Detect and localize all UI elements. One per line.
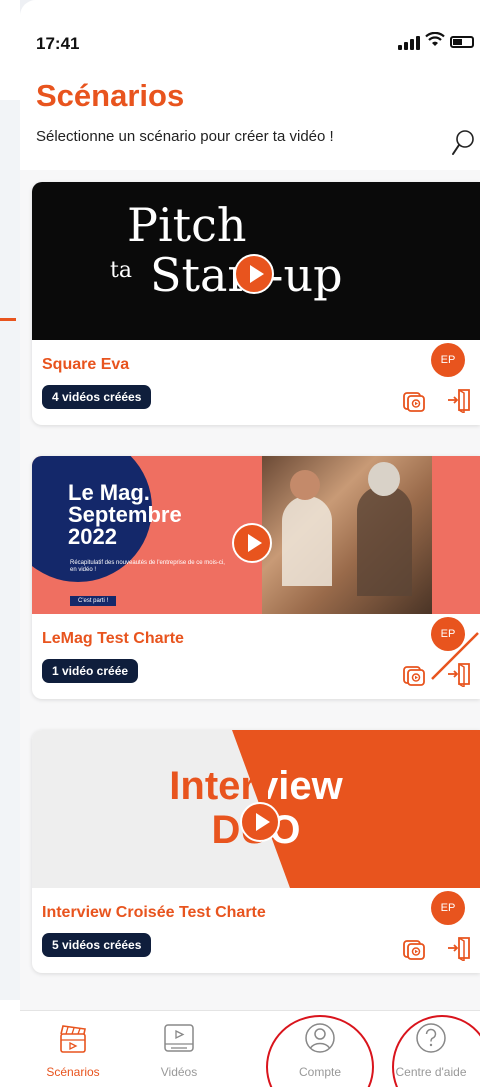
phone-screen: 17:41 Scénarios Sélectionne un scénario … <box>20 0 480 1087</box>
videos-stack-icon[interactable] <box>402 663 426 687</box>
thumbnail-title-line1: Pitch <box>127 198 247 252</box>
tab-label: Vidéos <box>160 1065 198 1079</box>
scenario-card-square-eva[interactable]: Pitch ta Start-up Square Eva 4 vidéos cr… <box>32 182 480 425</box>
signal-icon <box>398 36 420 50</box>
battery-icon <box>450 36 474 48</box>
avatar: EP <box>431 891 465 925</box>
avatar: EP <box>431 343 465 377</box>
scenario-card-lemag[interactable]: Le Mag. Septembre 2022 Récapitulatif des… <box>32 456 480 699</box>
tab-label: Scénarios <box>46 1065 100 1079</box>
page-header: Scénarios Sélectionne un scénario pour c… <box>20 70 480 170</box>
scenario-thumbnail: Le Mag. Septembre 2022 Récapitulatif des… <box>32 456 480 614</box>
annotation-line <box>0 318 16 321</box>
thumbnail-title-line3: 2022 <box>68 524 117 549</box>
video-count-badge: 1 vidéo créée <box>42 659 139 683</box>
tab-scenarios[interactable]: Scénarios <box>20 1011 126 1087</box>
open-scenario-icon[interactable] <box>446 935 472 963</box>
card-title: Interview Croisée Test Charte <box>42 904 266 921</box>
thumbnail-title-line2: Septembre <box>68 502 182 527</box>
search-icon[interactable] <box>450 128 476 158</box>
scenario-thumbnail: Interview DUO <box>32 730 480 888</box>
video-count-badge: 4 vidéos créées <box>42 385 152 409</box>
card-title: LeMag Test Charte <box>42 630 184 647</box>
videos-stack-icon[interactable] <box>402 389 426 413</box>
scenario-list: Pitch ta Start-up Square Eva 4 vidéos cr… <box>20 170 480 1010</box>
background-band <box>0 100 20 1000</box>
videos-stack-icon[interactable] <box>402 937 426 961</box>
clapperboard-icon <box>60 1025 86 1053</box>
thumbnail-caption: Récapitulatif des nouveautés de l'entrep… <box>70 560 225 573</box>
status-bar: 17:41 <box>20 0 480 70</box>
thumbnail-title-line1: Le Mag. <box>68 480 150 505</box>
play-icon[interactable] <box>240 802 280 842</box>
play-icon[interactable] <box>234 254 274 294</box>
page-subtitle: Sélectionne un scénario pour créer ta vi… <box>36 128 334 145</box>
thumbnail-photo <box>262 456 432 614</box>
scenario-thumbnail: Pitch ta Start-up <box>32 182 480 340</box>
play-icon[interactable] <box>232 523 272 563</box>
page-title: Scénarios <box>36 78 185 113</box>
card-title: Square Eva <box>42 356 130 373</box>
background-panel <box>0 0 20 1087</box>
thumbnail-title-small: ta <box>110 258 132 283</box>
video-count-badge: 5 vidéos créées <box>42 933 152 957</box>
tab-videos[interactable]: Vidéos <box>126 1011 232 1087</box>
status-time: 17:41 <box>36 34 80 53</box>
wifi-icon <box>425 31 445 53</box>
open-scenario-icon[interactable] <box>446 387 472 415</box>
thumbnail-cta: C'est parti ! <box>70 596 117 606</box>
video-screen-icon <box>164 1024 194 1052</box>
scenario-card-interview[interactable]: Interview DUO Interview Croisée Test Cha… <box>32 730 480 973</box>
annotation-arrow <box>431 632 479 680</box>
